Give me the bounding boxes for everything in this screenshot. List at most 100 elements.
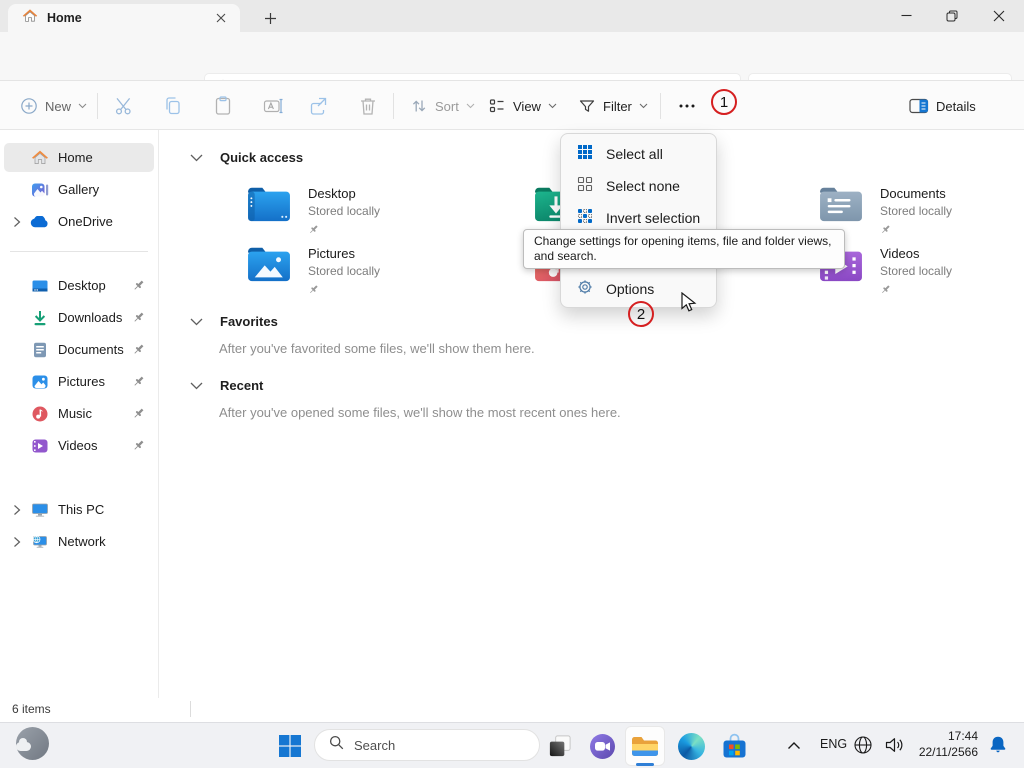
pin-icon bbox=[880, 222, 952, 240]
recent-empty-text: After you've opened some files, we'll sh… bbox=[219, 405, 621, 420]
cut-button[interactable] bbox=[109, 91, 139, 121]
chevron-right-icon[interactable] bbox=[4, 216, 30, 228]
share-button[interactable] bbox=[303, 91, 333, 121]
tile-subtitle: Stored locally bbox=[308, 204, 380, 218]
tile-subtitle: Stored locally bbox=[308, 264, 380, 278]
sidebar-item-music[interactable]: Music bbox=[4, 399, 154, 428]
pictures-folder-icon bbox=[246, 244, 292, 300]
chevron-down-icon[interactable] bbox=[190, 154, 203, 162]
details-button[interactable]: Details bbox=[903, 91, 982, 121]
sidebar-item-pictures[interactable]: Pictures bbox=[4, 367, 154, 396]
clock-time: 17:44 bbox=[912, 728, 978, 744]
tile-name: Pictures bbox=[308, 246, 380, 261]
tab-close-icon[interactable] bbox=[210, 7, 232, 29]
notification-bell-icon[interactable] bbox=[986, 734, 1010, 756]
sidebar-item-gallery[interactable]: Gallery bbox=[4, 175, 154, 204]
gallery-icon bbox=[30, 180, 49, 199]
documents-icon bbox=[30, 340, 49, 359]
screen: Home bbox=[0, 0, 1024, 768]
taskbar: ENG 17:44 22/11/2566 bbox=[0, 722, 1024, 768]
search-icon bbox=[329, 735, 344, 755]
view-button[interactable]: View bbox=[482, 91, 563, 121]
command-toolbar: New Sort View bbox=[0, 80, 1024, 130]
paste-button[interactable] bbox=[208, 91, 238, 121]
quick-access-tile-pictures[interactable]: Pictures Stored locally bbox=[246, 244, 380, 300]
sidebar-item-network[interactable]: Network bbox=[4, 527, 154, 556]
chevron-down-icon[interactable] bbox=[190, 318, 203, 326]
close-button[interactable] bbox=[975, 0, 1023, 31]
home-tab-icon bbox=[22, 8, 38, 29]
chat-icon[interactable] bbox=[588, 732, 616, 760]
chevron-right-icon[interactable] bbox=[4, 536, 30, 548]
chevron-down-icon[interactable] bbox=[190, 382, 203, 390]
pin-icon bbox=[130, 343, 146, 356]
sort-button[interactable]: Sort bbox=[404, 91, 481, 121]
music-icon bbox=[30, 404, 49, 423]
microsoft-store-icon[interactable] bbox=[719, 731, 749, 761]
home-icon bbox=[30, 148, 49, 167]
start-button[interactable] bbox=[276, 732, 304, 760]
tile-name: Videos bbox=[880, 246, 952, 261]
quick-access-header[interactable]: Quick access bbox=[190, 150, 303, 165]
pin-icon bbox=[130, 439, 146, 452]
minimize-button[interactable] bbox=[883, 0, 929, 31]
mouse-cursor bbox=[681, 292, 701, 319]
delete-button[interactable] bbox=[353, 91, 383, 121]
volume-icon[interactable] bbox=[882, 734, 906, 756]
see-more-button[interactable] bbox=[672, 91, 702, 121]
sidebar-item-downloads[interactable]: Downloads bbox=[4, 303, 154, 332]
chevron-right-icon[interactable] bbox=[4, 504, 30, 516]
pin-icon bbox=[130, 311, 146, 324]
tab-strip: Home bbox=[0, 0, 1024, 32]
recent-header[interactable]: Recent bbox=[190, 378, 263, 393]
copy-button[interactable] bbox=[158, 91, 188, 121]
onedrive-icon bbox=[30, 212, 49, 231]
options-tooltip: Change settings for opening items, file … bbox=[523, 229, 845, 269]
annotation-step-2: 2 bbox=[628, 301, 654, 327]
tile-name: Desktop bbox=[308, 186, 380, 201]
sidebar-item-onedrive[interactable]: OneDrive bbox=[4, 207, 154, 236]
pin-icon bbox=[880, 282, 952, 300]
explorer-tab[interactable]: Home bbox=[8, 4, 240, 32]
favorites-header[interactable]: Favorites bbox=[190, 314, 278, 329]
pin-icon bbox=[308, 222, 380, 240]
new-button[interactable]: New bbox=[14, 91, 93, 121]
select-all-icon bbox=[577, 144, 593, 165]
file-explorer-taskbar-icon[interactable] bbox=[625, 726, 665, 766]
annotation-step-1: 1 bbox=[711, 89, 737, 115]
sidebar-item-documents[interactable]: Documents bbox=[4, 335, 154, 364]
active-app-indicator bbox=[636, 763, 654, 766]
tile-name: Documents bbox=[880, 186, 952, 201]
widgets-cloud-icon bbox=[16, 742, 31, 751]
hidden-icons-chevron-icon[interactable] bbox=[784, 735, 804, 755]
tile-subtitle: Stored locally bbox=[880, 204, 952, 218]
network-globe-icon[interactable] bbox=[852, 734, 874, 756]
clock-date: 22/11/2566 bbox=[912, 744, 978, 760]
quick-access-tile-desktop[interactable]: Desktop Stored locally bbox=[246, 184, 380, 240]
taskbar-search-box[interactable] bbox=[314, 729, 540, 761]
explorer-body: Home Gallery OneDrive bbox=[0, 130, 1024, 698]
sidebar-item-videos[interactable]: Videos bbox=[4, 431, 154, 460]
sidebar-item-desktop[interactable]: Desktop bbox=[4, 271, 154, 300]
menu-item-select-none[interactable]: Select none bbox=[565, 170, 712, 202]
pin-icon bbox=[130, 279, 146, 292]
language-indicator[interactable]: ENG bbox=[820, 737, 847, 751]
filter-button[interactable]: Filter bbox=[572, 91, 654, 121]
restore-button[interactable] bbox=[929, 0, 975, 31]
taskbar-search-input[interactable] bbox=[354, 738, 535, 753]
tab-title: Home bbox=[47, 11, 82, 25]
sidebar-item-this-pc[interactable]: This PC bbox=[4, 495, 154, 524]
pin-icon bbox=[130, 375, 146, 388]
taskbar-clock[interactable]: 17:44 22/11/2566 bbox=[912, 728, 978, 760]
pictures-icon bbox=[30, 372, 49, 391]
edge-icon[interactable] bbox=[677, 732, 705, 760]
sidebar-item-home[interactable]: Home bbox=[4, 143, 154, 172]
pin-icon bbox=[308, 282, 380, 300]
navigation-bar: Home bbox=[0, 32, 1024, 80]
see-more-menu: Select all Select none Invert selection … bbox=[560, 133, 717, 308]
menu-item-select-all[interactable]: Select all bbox=[565, 138, 712, 170]
desktop-icon bbox=[30, 276, 49, 295]
rename-button[interactable] bbox=[258, 91, 288, 121]
new-tab-button[interactable] bbox=[258, 7, 282, 29]
task-view-icon[interactable] bbox=[545, 731, 575, 761]
